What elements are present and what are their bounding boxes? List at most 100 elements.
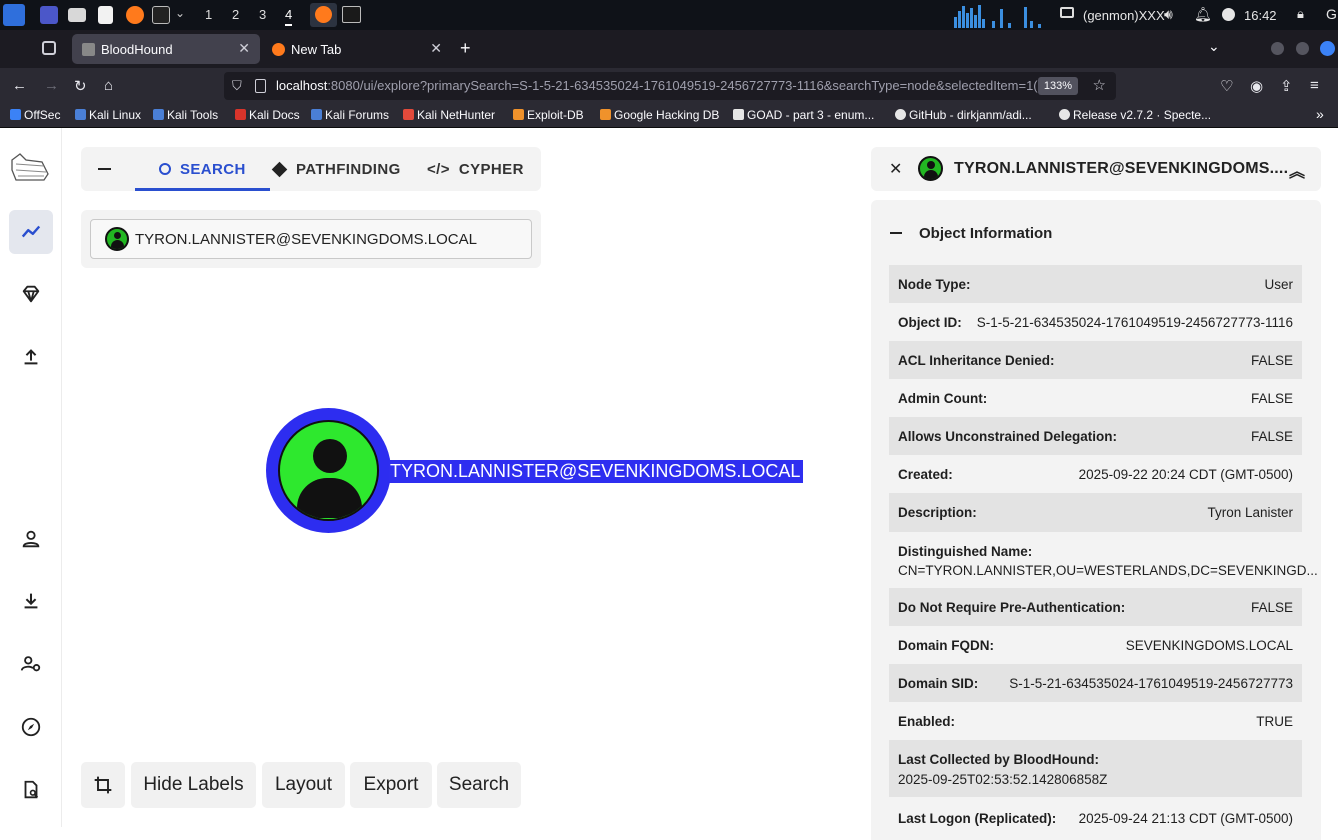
sidebar-item-upload[interactable] [9, 335, 53, 379]
bookmark-item[interactable]: GitHub - dirkjanm/adi... [895, 108, 1032, 122]
graph-node-user[interactable] [266, 408, 391, 533]
page-info-icon[interactable] [255, 79, 266, 93]
property-value: Tyron Lanister [1207, 505, 1293, 520]
collapse-search-button[interactable] [98, 168, 111, 170]
bookmark-item[interactable]: OffSec [10, 108, 60, 122]
hide-labels-button[interactable]: Hide Labels [131, 762, 256, 808]
bookmark-star-icon[interactable]: ☆ [1093, 72, 1106, 100]
bookmark-item[interactable]: Kali Linux [75, 108, 141, 122]
workspace-4[interactable]: 4 [285, 7, 293, 26]
shield-icon[interactable]: ⛉ [232, 72, 242, 100]
bookmark-label: Kali Forums [325, 108, 390, 122]
active-tab-indicator [135, 188, 270, 191]
app-menu-icon[interactable]: ≡ [1310, 77, 1319, 94]
bloodhound-logo-icon[interactable] [8, 150, 52, 186]
power-icon[interactable]: G [1326, 6, 1337, 22]
graph-search-button[interactable]: Search [437, 762, 521, 808]
property-value: FALSE [1250, 391, 1293, 406]
property-value: S-1-5-21-634535024-1761049519-2456727773… [976, 315, 1293, 330]
more-bookmarks-icon[interactable]: » [1316, 106, 1324, 122]
tab-pathfinding[interactable]: PATHFINDING [271, 147, 401, 191]
collapse-panel-icon[interactable]: ︽ [1289, 158, 1305, 182]
new-tab-button[interactable]: + [460, 38, 471, 59]
property-row: Do Not Require Pre-Authentication: FALSE [889, 588, 1302, 626]
zoom-badge[interactable]: 133% [1037, 77, 1078, 95]
address-bar[interactable]: ⛉ localhost:8080/ui/explore?primarySearc… [224, 72, 1116, 100]
property-value: FALSE [1250, 353, 1293, 368]
bookmark-item[interactable]: Google Hacking DB [600, 108, 719, 122]
sidebar-item-profile[interactable] [9, 517, 53, 561]
minimize-window-button[interactable] [1271, 42, 1284, 55]
section-title: Object Information [919, 225, 1053, 242]
property-value: 2025-09-22 20:24 CDT (GMT-0500) [1078, 467, 1293, 482]
maximize-window-button[interactable] [1296, 42, 1309, 55]
close-entity-panel-icon[interactable]: ✕ [889, 159, 902, 179]
pocket-icon[interactable]: ♡ [1220, 77, 1233, 95]
tab-new-tab[interactable]: New Tab ✕ [262, 34, 452, 64]
bookmark-label: Kali Tools [167, 108, 219, 122]
sidebar-item-explore[interactable] [9, 210, 53, 254]
sidebar-item-docs[interactable] [9, 768, 53, 812]
workspace-1[interactable]: 1 [205, 7, 212, 22]
bookmark-item[interactable]: Kali Forums [311, 108, 389, 122]
tab-overview-icon[interactable] [42, 41, 56, 55]
node-search-input[interactable]: TYRON.LANNISTER@SEVENKINGDOMS.LOCAL [90, 219, 532, 259]
property-row: Last Logon (Replicated): 2025-09-24 21:13… [889, 797, 1302, 835]
tab-cypher[interactable]: </> CYPHER [427, 147, 524, 191]
bookmark-item[interactable]: Release v2.7.2 · Specte... [1059, 108, 1211, 122]
close-tab-icon[interactable]: ✕ [430, 40, 442, 57]
bookmark-item[interactable]: Kali Docs [235, 108, 300, 122]
close-tab-icon[interactable]: ✕ [238, 40, 250, 57]
firefox-favicon [272, 42, 285, 56]
close-window-button[interactable] [1320, 41, 1335, 56]
kali-menu-icon[interactable] [3, 4, 25, 26]
bookmark-item[interactable]: Exploit-DB [513, 108, 584, 122]
workspace-2[interactable]: 2 [232, 7, 239, 22]
clock-text[interactable]: 16:42 [1244, 8, 1277, 23]
display-icon[interactable] [1060, 7, 1074, 18]
volume-icon[interactable]: 🔊︎ [1164, 6, 1173, 23]
notifications-icon[interactable]: 🔔︎ [1194, 6, 1212, 23]
property-row: Last Collected by BloodHound: 2025-09-25T… [889, 740, 1302, 797]
forward-button[interactable]: → [44, 77, 59, 94]
sidebar-item-download-collectors[interactable] [9, 579, 53, 623]
collapse-section-icon[interactable] [890, 232, 902, 234]
bookmark-favicon-icon [311, 109, 322, 120]
property-key: ACL Inheritance Denied: [898, 353, 1055, 368]
export-button[interactable]: Export [350, 762, 432, 808]
bookmark-item[interactable]: Kali Tools [153, 108, 218, 122]
launcher-dropdown-icon[interactable]: ⌄ [175, 6, 185, 20]
tab-bloodhound[interactable]: BloodHound ✕ [72, 34, 260, 64]
taskbar-firefox-window[interactable] [310, 3, 337, 27]
firefox-launcher-icon[interactable] [126, 6, 144, 24]
sidebar-item-api-explorer[interactable] [9, 705, 53, 749]
back-button[interactable]: ← [12, 77, 27, 94]
bookmark-item[interactable]: Kali NetHunter [403, 108, 495, 122]
user-node-icon [278, 420, 379, 521]
crop-button[interactable] [81, 762, 125, 808]
bookmark-favicon-icon [75, 109, 86, 120]
property-row: Object ID: S-1-5-21-634535024-1761049519-… [889, 303, 1302, 341]
bookmarks-toolbar: OffSec Kali Linux Kali Tools Kali Docs K… [0, 104, 1338, 128]
bookmark-item[interactable]: GOAD - part 3 - enum... [733, 108, 874, 122]
account-icon[interactable]: ◉ [1250, 77, 1263, 95]
show-desktop-icon[interactable] [40, 6, 58, 24]
property-key: Last Logon (Replicated): [898, 811, 1057, 826]
search-input-value: TYRON.LANNISTER@SEVENKINGDOMS.LOCAL [135, 230, 477, 248]
bloodhound-favicon [82, 42, 95, 56]
taskbar-terminal-window[interactable] [342, 6, 361, 23]
lock-screen-icon[interactable]: 🔒︎ [1297, 6, 1304, 22]
file-manager-icon[interactable] [68, 8, 86, 22]
extensions-icon[interactable]: ⇪ [1280, 77, 1293, 95]
list-all-tabs-icon[interactable]: ⌄ [1208, 38, 1220, 55]
tab-search[interactable]: SEARCH [159, 147, 246, 191]
bookmark-favicon-icon [895, 109, 906, 120]
sidebar-item-administration[interactable] [9, 642, 53, 686]
terminal-launcher-icon[interactable] [152, 6, 170, 24]
text-editor-icon[interactable] [98, 6, 113, 24]
home-button[interactable]: ⌂ [104, 77, 113, 94]
workspace-3[interactable]: 3 [259, 7, 266, 22]
layout-button[interactable]: Layout [262, 762, 345, 808]
sidebar-item-group-management[interactable] [9, 272, 53, 316]
reload-button[interactable]: ↻ [74, 77, 87, 95]
